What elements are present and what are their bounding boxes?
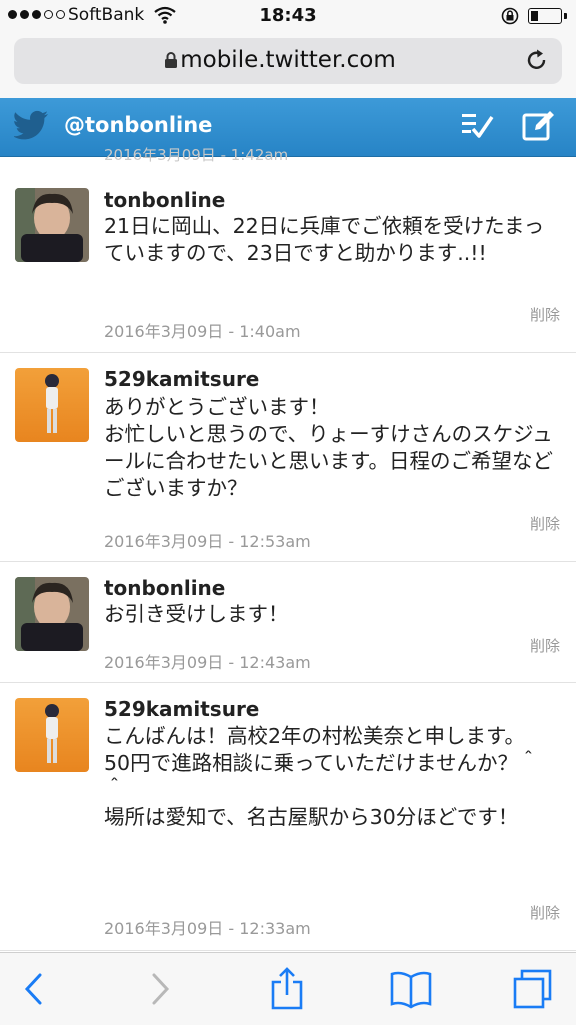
- avatar[interactable]: [15, 698, 89, 772]
- previous-tweet-timestamp: 2016年3月09日 - 1:42am: [104, 146, 289, 164]
- tweet-timestamp[interactable]: 2016年3月09日 - 12:33am: [104, 915, 311, 939]
- tweet-text: ありがとうございます！ お忙しいと思うので、りょーすけさんのスケジュールに合わせ…: [104, 395, 553, 500]
- tweet-item[interactable]: 529kamitsure こんばんは！高校2年の村松美奈と申します。 50円で進…: [0, 682, 576, 951]
- tabs-icon[interactable]: [512, 967, 554, 1015]
- browser-address-area: mobile.twitter.com: [0, 32, 576, 98]
- tweet-text: こんばんは！高校2年の村松美奈と申します。 50円で進路相談に乗っていただけませ…: [104, 724, 539, 829]
- delete-link[interactable]: 削除: [530, 304, 560, 325]
- account-handle[interactable]: @tonbonline: [64, 113, 212, 137]
- twitter-bird-icon[interactable]: [12, 110, 50, 146]
- tweet-username[interactable]: tonbonline: [104, 576, 225, 600]
- address-bar[interactable]: mobile.twitter.com: [14, 38, 562, 84]
- browser-toolbar: [0, 952, 576, 1025]
- reload-icon[interactable]: [524, 47, 550, 77]
- tweet-username[interactable]: 529kamitsure: [104, 367, 259, 391]
- avatar[interactable]: [15, 577, 89, 651]
- compose-icon[interactable]: [522, 110, 556, 146]
- avatar[interactable]: [15, 188, 89, 262]
- delete-link[interactable]: 削除: [530, 635, 560, 656]
- tweet-timestamp[interactable]: 2016年3月09日 - 12:43am: [104, 649, 311, 673]
- tweet-item[interactable]: 529kamitsure ありがとうございます！ お忙しいと思うので、りょーすけ…: [0, 352, 576, 562]
- bookmarks-icon[interactable]: [389, 967, 433, 1015]
- share-icon[interactable]: [270, 967, 304, 1015]
- tweet-text: お引き受けします！: [104, 602, 289, 626]
- tweet-timestamp[interactable]: 2016年3月09日 - 12:53am: [104, 528, 311, 552]
- status-bar: SoftBank 18:43: [0, 0, 576, 32]
- checklist-icon[interactable]: [460, 110, 494, 144]
- forward-icon[interactable]: [148, 967, 174, 1015]
- delete-link[interactable]: 削除: [530, 513, 560, 534]
- tweet-item[interactable]: tonbonline 21日に岡山、22日に兵庫でご依頼を受けたまっていますので…: [0, 170, 576, 353]
- rotation-lock-icon: [500, 7, 520, 29]
- battery-icon: [528, 8, 562, 24]
- tweet-username[interactable]: 529kamitsure: [104, 697, 259, 721]
- tweet-text: 21日に岡山、22日に兵庫でご依頼を受けたまっていますので、23日ですと助かりま…: [104, 214, 545, 265]
- back-icon[interactable]: [20, 967, 46, 1015]
- avatar[interactable]: [15, 368, 89, 442]
- delete-link[interactable]: 削除: [530, 902, 560, 923]
- url-text: mobile.twitter.com: [180, 47, 396, 73]
- tweet-item[interactable]: tonbonline お引き受けします！ 削除 2016年3月09日 - 12:…: [0, 561, 576, 683]
- tweet-username[interactable]: tonbonline: [104, 188, 225, 212]
- clock: 18:43: [259, 5, 317, 26]
- tweet-timestamp[interactable]: 2016年3月09日 - 1:40am: [104, 318, 301, 342]
